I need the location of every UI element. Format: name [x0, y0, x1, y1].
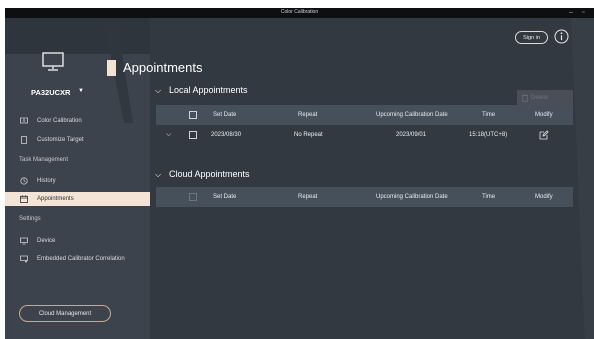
sidebar-item-customize-target[interactable]: Customize Target [5, 133, 150, 147]
sidebar-item-device[interactable]: Device [5, 234, 150, 248]
device-icon [20, 237, 28, 245]
device-selector[interactable]: PA32UCXR [31, 88, 70, 97]
app-window: Color Calibration – ▫ PA32UCXR ▼ Color C… [5, 8, 594, 339]
calendar-icon [20, 195, 28, 203]
section-settings: Settings [19, 216, 41, 222]
column-header: Repeat [298, 194, 318, 200]
target-icon [21, 136, 27, 144]
monitor-icon [42, 52, 64, 71]
chevron-down-icon: ⌵ [155, 86, 162, 95]
restore-button[interactable]: ▫ [582, 8, 584, 18]
cell-set-date: 2023/08/30 [211, 132, 242, 138]
sidebar-item-label: Customize Target [37, 137, 84, 143]
section-task-management: Task Management [19, 157, 69, 163]
cell-repeat: No Repeat [294, 132, 323, 138]
local-appointments-title: Local Appointments [169, 85, 248, 95]
calibrator-icon [20, 255, 28, 263]
accent-bar [107, 60, 116, 76]
sidebar-item-label: Color Calibration [37, 118, 82, 124]
page-title: Appointments [123, 60, 203, 75]
sign-in-button[interactable]: Sign in [515, 31, 548, 44]
window-title: Color Calibration [280, 9, 319, 15]
sidebar-item-appointments[interactable]: Appointments [5, 192, 150, 206]
cell-time: 15:18(UTC+8) [469, 132, 508, 138]
column-header: Modify [535, 194, 553, 200]
decorative-right-edge [571, 18, 594, 339]
chevron-down-icon[interactable]: ▼ [78, 88, 84, 94]
local-appointments-header[interactable]: ⌵ Local Appointments [155, 85, 248, 96]
cloud-appointments-title: Cloud Appointments [169, 169, 250, 179]
cell-upcoming-date: 2023/09/01 [396, 132, 427, 138]
column-header: Time [482, 112, 496, 118]
column-header: Upcoming Calibration Date [376, 112, 448, 118]
row-expand-chevron-icon[interactable]: ⌵ [166, 125, 171, 145]
delete-label: Delete [531, 95, 549, 101]
title-bar: Color Calibration – ▫ [5, 8, 594, 18]
sidebar-item-color-calibration[interactable]: Color Calibration [5, 114, 150, 128]
monitor-calibration-icon [20, 117, 28, 124]
delete-button[interactable]: Delete [517, 90, 573, 106]
column-header: Set Date [213, 112, 237, 118]
sidebar-item-label: Appointments [37, 196, 74, 202]
trash-icon [522, 94, 528, 102]
cloud-management-button[interactable]: Cloud Management [19, 305, 111, 322]
history-icon [20, 177, 28, 185]
sidebar-item-label: Device [37, 238, 56, 244]
sidebar-item-label: History [37, 178, 56, 184]
sidebar-item-label: Embedded Calibrator Correlation [37, 256, 125, 262]
cloud-appointments-header[interactable]: ⌵ Cloud Appointments [155, 169, 250, 180]
column-header: Set Date [213, 194, 237, 200]
select-all-checkbox[interactable] [189, 193, 197, 201]
column-header: Time [482, 194, 496, 200]
info-icon[interactable] [554, 29, 569, 44]
column-header: Modify [535, 112, 553, 118]
table-row: ⌵ 2023/08/30 No Repeat 2023/09/01 15:18(… [156, 125, 573, 145]
cloud-table-header: Set Date Repeat Upcoming Calibration Dat… [156, 187, 573, 207]
minimize-button[interactable]: – [569, 8, 573, 18]
sidebar-header-band [5, 18, 150, 54]
select-all-checkbox[interactable] [189, 111, 197, 119]
column-header: Repeat [298, 112, 318, 118]
column-header: Upcoming Calibration Date [376, 194, 448, 200]
chevron-down-icon: ⌵ [155, 170, 162, 179]
row-checkbox[interactable] [189, 131, 197, 139]
sidebar-item-history[interactable]: History [5, 174, 150, 188]
edit-icon[interactable] [539, 130, 549, 140]
local-table-header: Set Date Repeat Upcoming Calibration Dat… [156, 105, 573, 125]
sidebar-item-embedded-calibrator[interactable]: Embedded Calibrator Correlation [5, 252, 150, 266]
